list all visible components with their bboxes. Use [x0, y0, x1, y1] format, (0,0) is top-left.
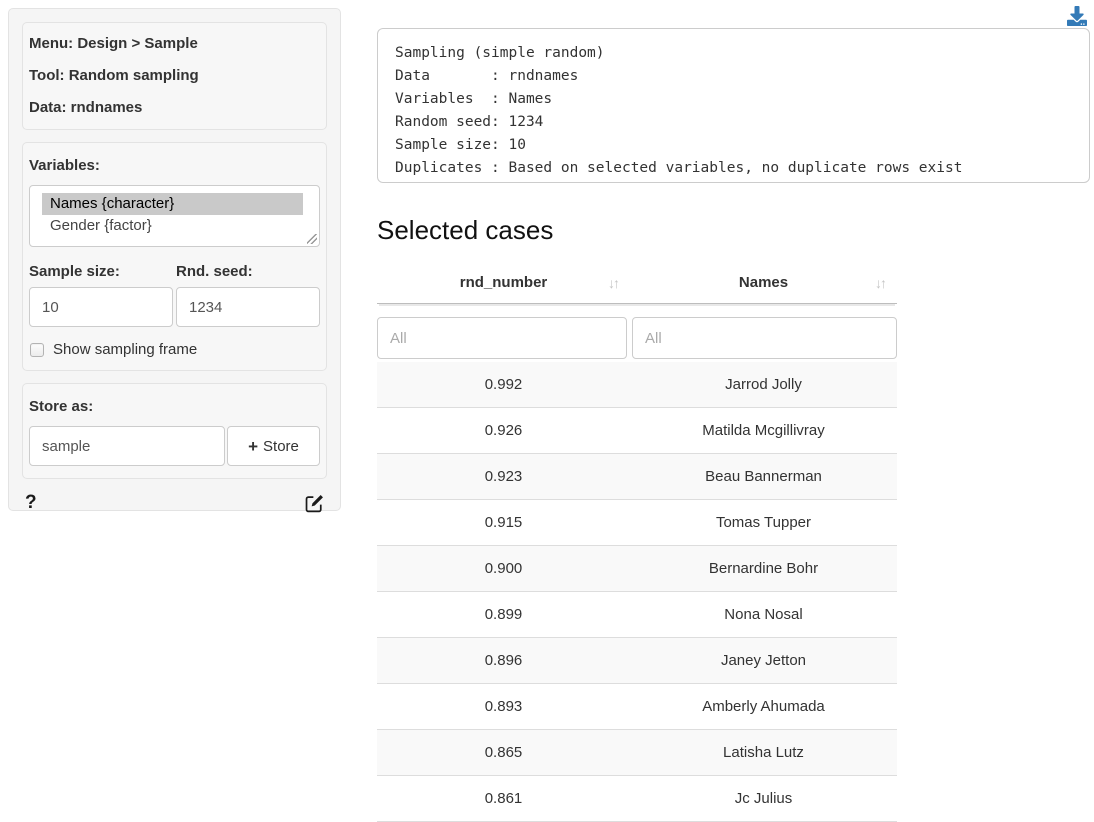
- variables-label: Variables:: [29, 155, 320, 177]
- store-button-label: Store: [263, 438, 299, 455]
- column-header-rnd-number[interactable]: rnd_number ↓↑: [377, 262, 630, 303]
- table-filter-row: [377, 304, 897, 362]
- variable-option-names[interactable]: Names {character}: [42, 193, 303, 215]
- dataset-name: Data: rndnames: [29, 99, 320, 117]
- filter-input-rnd-number[interactable]: [377, 317, 627, 359]
- table-row: 0.896Janey Jetton: [377, 638, 897, 684]
- sample-size-label: Sample size:: [29, 261, 173, 283]
- table-row: 0.992Jarrod Jolly: [377, 362, 897, 408]
- sort-icon: ↓↑: [875, 275, 885, 291]
- help-icon[interactable]: ?: [25, 493, 37, 513]
- table-row: 0.923Beau Bannerman: [377, 454, 897, 500]
- column-header-names[interactable]: Names ↓↑: [630, 262, 897, 303]
- rnd-seed-input[interactable]: [176, 287, 320, 327]
- sidebar: Menu: Design > Sample Tool: Random sampl…: [8, 8, 341, 511]
- download-icon[interactable]: [1067, 6, 1087, 26]
- store-name-input[interactable]: [29, 426, 225, 466]
- resize-handle-icon[interactable]: [307, 234, 317, 244]
- sample-size-field: Sample size:: [29, 261, 173, 327]
- edit-icon[interactable]: [305, 494, 324, 513]
- table-header-row: rnd_number ↓↑ Names ↓↑: [377, 262, 897, 304]
- table-row: 0.861Jc Julius: [377, 776, 897, 822]
- tool-name: Tool: Random sampling: [29, 67, 320, 85]
- panel-info: Menu: Design > Sample Tool: Random sampl…: [22, 22, 327, 130]
- selected-cases-table: rnd_number ↓↑ Names ↓↑ 0.992Jarrod Jolly…: [377, 262, 897, 822]
- plus-icon: +: [248, 438, 258, 455]
- show-sampling-frame-row[interactable]: Show sampling frame: [29, 341, 320, 358]
- panel-variables: Variables: Names {character} Gender {fac…: [22, 142, 327, 371]
- table-body: 0.992Jarrod Jolly 0.926Matilda Mcgillivr…: [377, 362, 897, 822]
- store-button[interactable]: + Store: [227, 426, 320, 466]
- variables-select[interactable]: Names {character} Gender {factor}: [29, 185, 320, 247]
- sidebar-footer: ?: [22, 491, 327, 513]
- table-row: 0.865Latisha Lutz: [377, 730, 897, 776]
- table-row: 0.900Bernardine Bohr: [377, 546, 897, 592]
- toolbar: [377, 0, 1090, 28]
- panel-store: Store as: + Store: [22, 383, 327, 479]
- menu-path: Menu: Design > Sample: [29, 35, 320, 53]
- table-row: 0.926Matilda Mcgillivray: [377, 408, 897, 454]
- filter-input-names[interactable]: [632, 317, 897, 359]
- main-content: Sampling (simple random) Data : rndnames…: [377, 0, 1090, 822]
- rnd-seed-label: Rnd. seed:: [176, 261, 320, 283]
- sample-size-input[interactable]: [29, 287, 173, 327]
- table-row: 0.915Tomas Tupper: [377, 500, 897, 546]
- sampling-summary-output: Sampling (simple random) Data : rndnames…: [377, 28, 1090, 183]
- variable-option-gender[interactable]: Gender {factor}: [42, 215, 303, 237]
- table-row: 0.893Amberly Ahumada: [377, 684, 897, 730]
- show-sampling-frame-label: Show sampling frame: [53, 341, 197, 358]
- section-title: Selected cases: [377, 214, 1090, 246]
- table-row: 0.899Nona Nosal: [377, 592, 897, 638]
- store-as-label: Store as:: [29, 396, 320, 418]
- show-sampling-frame-checkbox[interactable]: [30, 343, 44, 357]
- rnd-seed-field: Rnd. seed:: [176, 261, 320, 327]
- sort-icon: ↓↑: [608, 275, 618, 291]
